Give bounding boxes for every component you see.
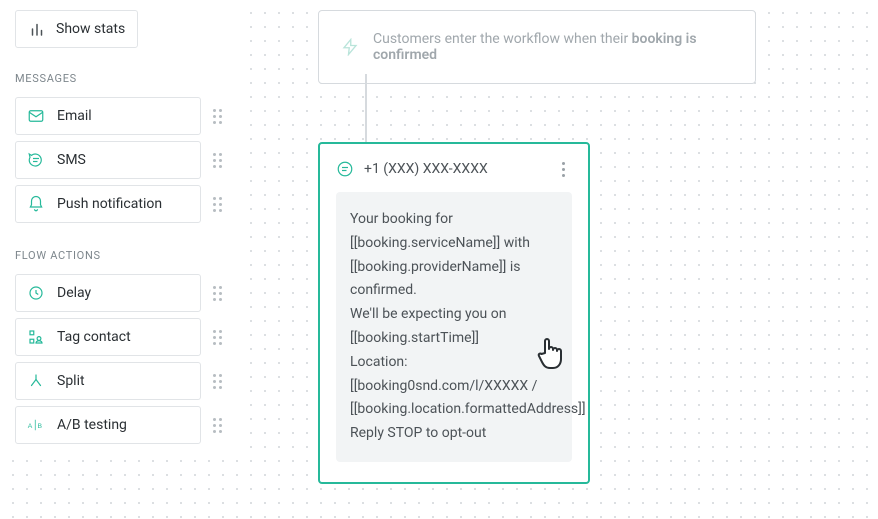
sidebar-item-split[interactable]: Split	[15, 362, 201, 400]
bell-icon	[27, 195, 45, 213]
show-stats-label: Show stats	[56, 21, 125, 37]
connector-line	[365, 74, 367, 142]
sidebar-item-tag-contact[interactable]: Tag contact	[15, 318, 201, 356]
sidebar-item-sms[interactable]: SMS	[15, 141, 201, 179]
drag-handle[interactable]	[209, 97, 225, 135]
sms-node[interactable]: +1 (XXX) XXX-XXXX Your booking for [[boo…	[318, 142, 590, 484]
ab-testing-icon: A B	[27, 416, 45, 434]
sidebar-item-label: Delay	[57, 285, 91, 301]
mail-icon	[27, 107, 45, 125]
clock-icon	[27, 284, 45, 302]
sidebar: Show stats MESSAGES Email	[0, 0, 240, 450]
cursor-pointer-icon	[535, 335, 567, 375]
sidebar-item-delay[interactable]: Delay	[15, 274, 201, 312]
messages-section-label: MESSAGES	[0, 66, 240, 91]
tag-contact-icon	[27, 328, 45, 346]
entry-text: Customers enter the workflow when their …	[373, 31, 733, 63]
sidebar-item-label: A/B testing	[57, 417, 127, 433]
sidebar-item-email[interactable]: Email	[15, 97, 201, 135]
drag-handle[interactable]	[209, 362, 225, 400]
sidebar-item-label: Tag contact	[57, 329, 131, 345]
svg-text:A: A	[28, 423, 33, 430]
sidebar-item-push[interactable]: Push notification	[15, 185, 201, 223]
drag-handle[interactable]	[209, 318, 225, 356]
bolt-icon	[341, 38, 359, 56]
sms-body-preview: Your booking for [[booking.serviceName]]…	[336, 192, 572, 462]
drag-handle[interactable]	[209, 274, 225, 312]
sms-from-number: +1 (XXX) XXX-XXXX	[364, 161, 544, 177]
drag-handle[interactable]	[209, 141, 225, 179]
sidebar-item-label: Split	[57, 373, 85, 389]
drag-handle[interactable]	[209, 406, 225, 444]
sidebar-item-label: Push notification	[57, 196, 162, 212]
bar-chart-icon	[28, 20, 46, 38]
split-icon	[27, 372, 45, 390]
show-stats-button[interactable]: Show stats	[15, 10, 138, 48]
sidebar-item-ab-testing[interactable]: A B A/B testing	[15, 406, 201, 444]
svg-text:B: B	[38, 423, 43, 430]
sidebar-item-label: Email	[57, 108, 92, 124]
sms-icon	[27, 151, 45, 169]
drag-handle[interactable]	[209, 185, 225, 223]
more-options-button[interactable]	[554, 160, 572, 178]
flow-actions-section-label: FLOW ACTIONS	[0, 243, 240, 268]
workflow-entry-node[interactable]: Customers enter the workflow when their …	[318, 10, 756, 84]
sms-icon	[336, 160, 354, 178]
sidebar-item-label: SMS	[57, 152, 86, 168]
